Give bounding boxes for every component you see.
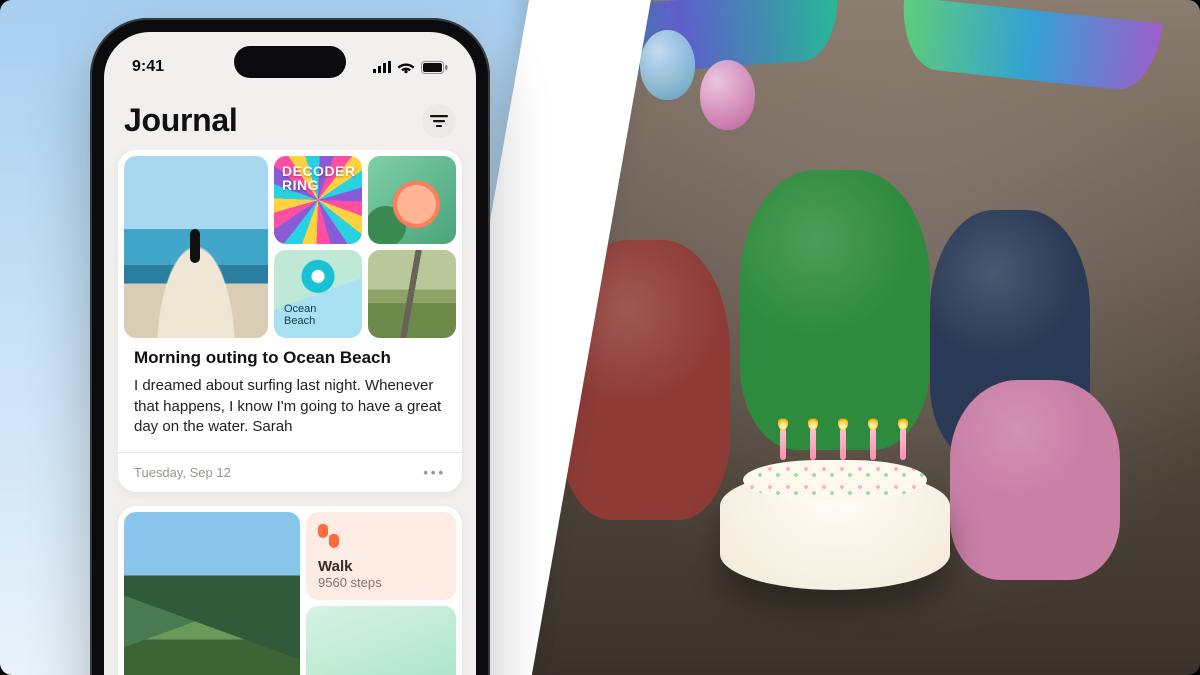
candle-icon xyxy=(780,428,786,460)
map-tile-ocean-beach[interactable]: Ocean Beach xyxy=(274,250,362,338)
page-title: Journal xyxy=(124,102,237,139)
balloon-decoration xyxy=(700,60,755,130)
candle-icon xyxy=(840,428,846,460)
journal-entry-card[interactable]: DECODER RING Ocean Beach xyxy=(118,150,462,492)
photo-tile-beach[interactable] xyxy=(124,156,268,338)
photo-tile[interactable] xyxy=(306,606,456,675)
entry-date: Tuesday, Sep 12 xyxy=(134,465,231,480)
dynamic-island xyxy=(234,46,346,78)
iphone-frame: 9:41 Journal xyxy=(90,18,490,675)
entry-title: Morning outing to Ocean Beach xyxy=(134,348,446,368)
photo-tile-shell[interactable] xyxy=(368,156,456,244)
cellular-signal-icon xyxy=(373,61,391,73)
entry-footer: Tuesday, Sep 12 ••• xyxy=(118,452,462,492)
split-promo-image: 9:41 Journal xyxy=(0,0,1200,675)
birthday-cake xyxy=(720,470,950,590)
entry-text: I dreamed about surfing last night. When… xyxy=(134,376,446,438)
footsteps-icon xyxy=(318,524,340,552)
entry-media-grid: DECODER RING Ocean Beach xyxy=(118,150,462,340)
podcast-title: DECODER RING xyxy=(274,156,356,192)
journal-feed[interactable]: DECODER RING Ocean Beach xyxy=(104,150,476,675)
photo-tile-mountains[interactable] xyxy=(124,512,300,675)
candle-icon xyxy=(810,428,816,460)
surfer-figure xyxy=(190,229,200,263)
activity-label: Walk xyxy=(318,558,444,575)
entry-body: Morning outing to Ocean Beach I dreamed … xyxy=(118,340,462,452)
map-label: Ocean Beach xyxy=(274,303,316,338)
person-figure xyxy=(950,380,1120,580)
status-time: 9:41 xyxy=(132,58,164,76)
filter-button[interactable] xyxy=(422,104,456,138)
battery-icon xyxy=(421,61,448,74)
activity-value: 9560 steps xyxy=(318,575,444,590)
filter-icon xyxy=(430,115,448,127)
app-header: Journal xyxy=(104,96,476,149)
journal-entry-card[interactable]: Walk 9560 steps xyxy=(118,506,462,675)
person-figure xyxy=(740,170,930,450)
streamer-decoration xyxy=(897,0,1163,93)
photo-tile-road[interactable] xyxy=(368,250,456,338)
podcast-tile-decoder-ring[interactable]: DECODER RING xyxy=(274,156,362,244)
iphone-screen: 9:41 Journal xyxy=(104,32,476,675)
entry-media-grid: Walk 9560 steps xyxy=(118,506,462,675)
candle-icon xyxy=(870,428,876,460)
entry-more-button[interactable]: ••• xyxy=(423,465,446,480)
candle-icon xyxy=(900,428,906,460)
activity-tile-walk[interactable]: Walk 9560 steps xyxy=(306,512,456,600)
wifi-icon xyxy=(397,61,415,74)
balloon-decoration xyxy=(640,30,695,100)
